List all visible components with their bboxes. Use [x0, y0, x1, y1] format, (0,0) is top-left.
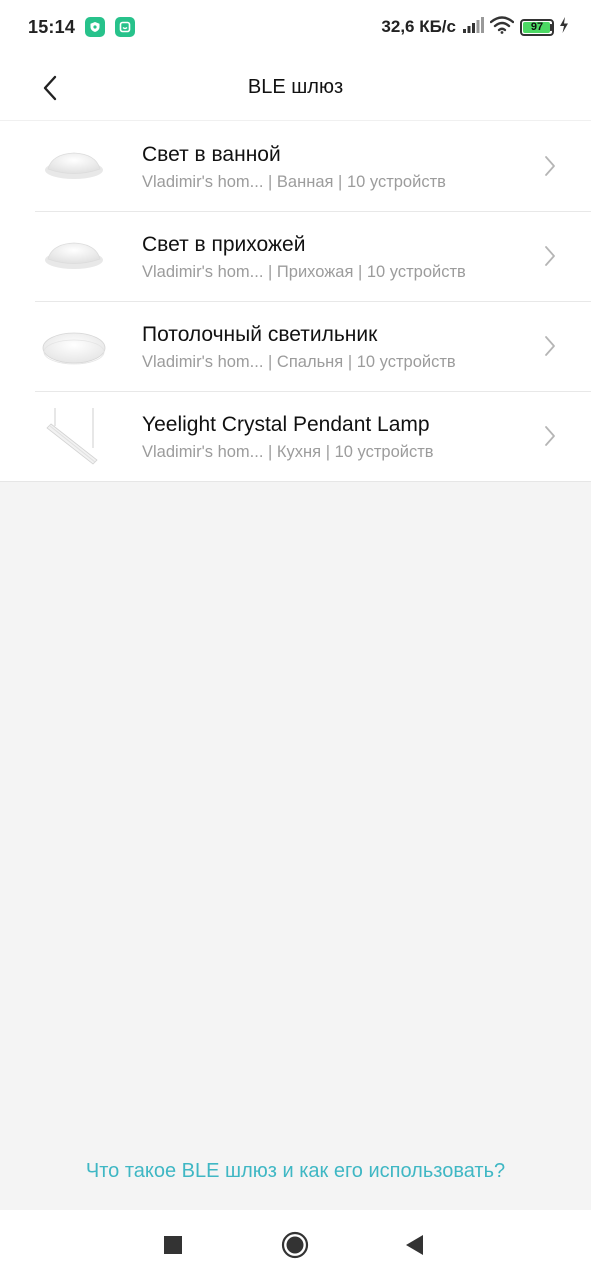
home-circle-icon — [281, 1231, 309, 1259]
wifi-icon — [489, 15, 515, 39]
back-nav-button[interactable] — [400, 1230, 430, 1260]
battery-body: 97 — [520, 18, 554, 36]
recents-square-icon — [164, 1236, 182, 1254]
header: BLE шлюз — [0, 54, 591, 120]
chevron-right-icon — [545, 246, 555, 266]
separator: | — [268, 353, 273, 371]
device-room: Ванная — [276, 173, 334, 191]
separator: | — [268, 263, 273, 281]
chevron-right-icon — [545, 426, 555, 446]
shield-app-icon — [85, 17, 106, 37]
device-room: Прихожая — [276, 263, 354, 281]
separator: | — [268, 173, 273, 191]
chevron-left-icon — [43, 75, 57, 101]
ceiling-lamp-icon — [36, 226, 112, 286]
mi-home-app-icon — [115, 17, 136, 37]
device-text: Потолочный светильник Vladimir's hom... … — [142, 322, 521, 372]
chevron-right-icon — [545, 336, 555, 356]
battery-icon: 97 — [520, 18, 554, 36]
ceiling-lamp-icon — [36, 136, 112, 196]
separator: | — [325, 443, 330, 461]
device-count: 10 устройств — [334, 443, 434, 461]
device-name: Свет в прихожей — [142, 233, 306, 256]
back-button[interactable] — [32, 70, 68, 106]
separator: | — [357, 263, 363, 281]
device-text: Yeelight Crystal Pendant Lamp Vladimir's… — [142, 412, 521, 462]
device-count: 10 устройств — [366, 263, 466, 281]
separator: | — [268, 443, 273, 461]
device-home: Vladimir's hom... — [142, 353, 264, 371]
status-right: 32,6 КБ/с 97 — [381, 15, 569, 39]
device-room: Кухня — [276, 443, 322, 461]
device-home: Vladimir's hom... — [142, 263, 264, 281]
device-home: Vladimir's hom... — [142, 173, 264, 191]
device-room: Спальня — [276, 353, 344, 371]
device-details: Vladimir's hom... | Кухня | 10 устройств — [142, 443, 521, 462]
battery-level: 97 — [530, 21, 544, 33]
device-text: Свет в прихожей Vladimir's hom... | Прих… — [142, 232, 521, 282]
recents-button[interactable] — [158, 1230, 188, 1260]
signal-icon — [462, 16, 484, 38]
device-details: Vladimir's hom... | Спальня | 10 устройс… — [142, 353, 521, 372]
nav-bar — [0, 1210, 591, 1280]
device-details: Vladimir's hom... | Прихожая | 10 устрой… — [142, 263, 521, 282]
device-count: 10 устройств — [346, 173, 446, 191]
charging-icon — [559, 16, 569, 38]
status-left: 15:14 — [28, 16, 136, 38]
chevron-right-icon — [545, 156, 555, 176]
back-triangle-icon — [406, 1235, 423, 1255]
device-row[interactable]: Свет в прихожей Vladimir's hom... | Прих… — [0, 211, 591, 301]
separator: | — [347, 353, 353, 371]
flat-ceiling-lamp-icon — [36, 316, 112, 376]
home-button[interactable] — [280, 1230, 310, 1260]
device-text: Свет в ванной Vladimir's hom... | Ванная… — [142, 142, 521, 192]
status-time: 15:14 — [28, 16, 76, 37]
device-name: Свет в ванной — [142, 143, 281, 166]
device-details: Vladimir's hom... | Ванная | 10 устройст… — [142, 173, 521, 192]
device-list: Свет в ванной Vladimir's hom... | Ванная… — [0, 120, 591, 482]
device-row[interactable]: Yeelight Crystal Pendant Lamp Vladimir's… — [0, 391, 591, 481]
status-bar: 15:14 32,6 КБ/с 97 — [0, 0, 591, 54]
pendant-lamp-icon — [36, 406, 112, 466]
device-name: Потолочный светильник — [142, 323, 378, 346]
separator: | — [338, 173, 343, 191]
device-name: Yeelight Crystal Pendant Lamp — [142, 413, 430, 436]
device-row[interactable]: Свет в ванной Vladimir's hom... | Ванная… — [0, 121, 591, 211]
device-home: Vladimir's hom... — [142, 443, 264, 461]
page-title: BLE шлюз — [247, 75, 344, 98]
help-link[interactable]: Что такое BLE шлюз и как его использоват… — [0, 1160, 591, 1183]
device-row[interactable]: Потолочный светильник Vladimir's hom... … — [0, 301, 591, 391]
network-speed: 32,6 КБ/с — [381, 17, 456, 36]
device-count: 10 устройств — [356, 353, 456, 371]
